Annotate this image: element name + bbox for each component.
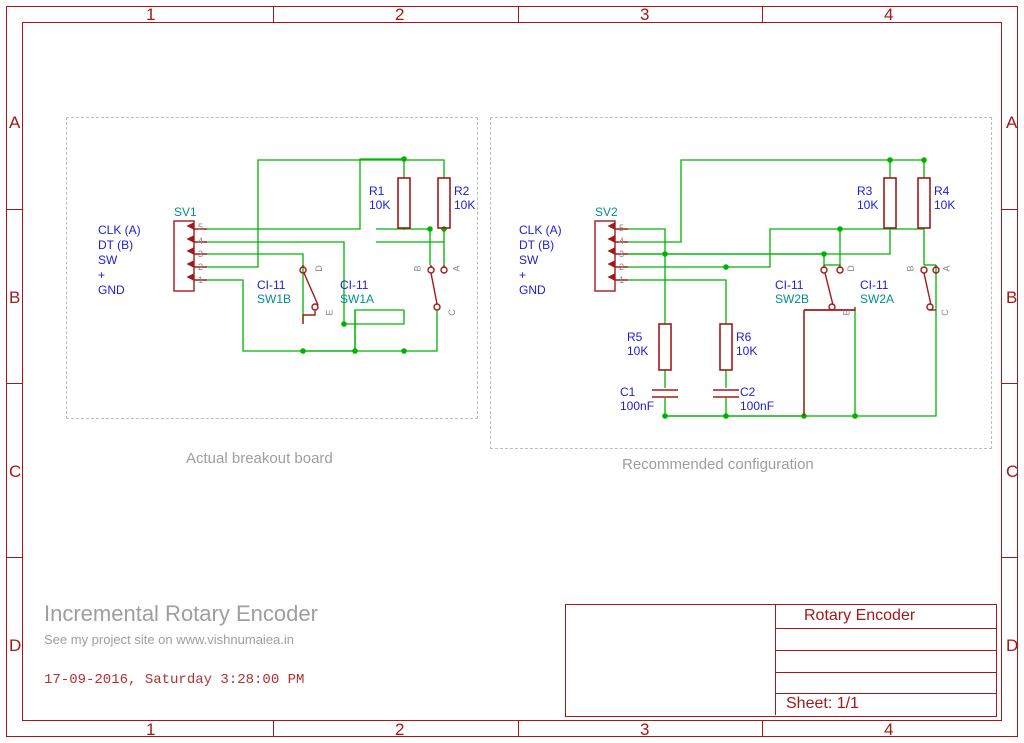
tb-row4 xyxy=(775,672,996,694)
r5-val: 10K xyxy=(627,344,648,359)
sv1-pin-1: 1 xyxy=(198,273,203,288)
sv1-pins: CLK (A) DT (B) SW + GND xyxy=(98,223,141,298)
board1-caption: Actual breakout board xyxy=(186,450,333,467)
c1-name: C1 xyxy=(620,385,635,400)
sv2-label: SV2 xyxy=(595,205,618,220)
sw1b-name: SW1B xyxy=(257,292,291,307)
block-sheet: Sheet: 1/1 xyxy=(786,695,859,713)
r3-name: R3 xyxy=(857,184,872,199)
sw2a-name: SW2A xyxy=(860,292,894,307)
c1-val: 100nF xyxy=(620,399,654,414)
col-1-top: 1 xyxy=(146,5,155,25)
sw1a-C: C xyxy=(445,309,460,316)
row-D-left: D xyxy=(9,636,21,656)
board2-caption: Recommended configuration xyxy=(622,456,814,473)
c2-val: 100nF xyxy=(740,399,774,414)
sv2-pin-1: 1 xyxy=(619,273,624,288)
sw1b-D: D xyxy=(312,265,327,272)
sw1b-type: CI-11 xyxy=(257,278,285,293)
sw2a-A: A xyxy=(940,265,955,271)
r6-name: R6 xyxy=(736,330,751,345)
col-2-bot: 2 xyxy=(395,720,404,740)
row-A-left: A xyxy=(9,113,20,133)
row-A-right: A xyxy=(1006,113,1017,133)
sw1a-name: SW1A xyxy=(340,292,374,307)
r5-name: R5 xyxy=(627,330,642,345)
col-1-bot: 1 xyxy=(146,720,155,740)
block-name: Rotary Encoder xyxy=(804,607,915,625)
r2-val: 10K xyxy=(454,198,475,213)
sv2-pins: CLK (A) DT (B) SW + GND xyxy=(519,223,562,298)
tb-row2 xyxy=(775,628,996,651)
col-4-bot: 4 xyxy=(884,720,893,740)
sw1b-E: E xyxy=(323,309,338,315)
r6-val: 10K xyxy=(736,344,757,359)
sw2b-type: CI-11 xyxy=(775,278,803,293)
tb-row3 xyxy=(775,650,996,673)
datestamp: 17-09-2016, Saturday 3:28:00 PM xyxy=(44,672,304,688)
row-C-right: C xyxy=(1006,462,1018,482)
subtitle: See my project site on www.vishnumaiea.i… xyxy=(44,632,294,647)
r4-name: R4 xyxy=(934,184,949,199)
r1-val: 10K xyxy=(369,198,390,213)
sw2b-E: E xyxy=(840,309,855,315)
sw2a-B: B xyxy=(904,265,919,271)
col-2-top: 2 xyxy=(395,5,404,25)
r2-name: R2 xyxy=(454,184,469,199)
r4-val: 10K xyxy=(934,198,955,213)
sw2a-C: C xyxy=(938,309,953,316)
row-B-right: B xyxy=(1006,288,1017,308)
col-4-top: 4 xyxy=(884,5,893,25)
row-D-right: D xyxy=(1006,636,1018,656)
sw2b-name: SW2B xyxy=(775,292,809,307)
row-C-left: C xyxy=(9,462,21,482)
col-3-bot: 3 xyxy=(640,720,649,740)
col-3-top: 3 xyxy=(640,5,649,25)
sw1a-type: CI-11 xyxy=(340,278,368,293)
sw2a-type: CI-11 xyxy=(860,278,888,293)
sw1a-B: B xyxy=(411,265,426,271)
r3-val: 10K xyxy=(857,198,878,213)
page-title: Incremental Rotary Encoder xyxy=(44,601,318,627)
sw2b-D: D xyxy=(844,265,859,272)
sw1a-A: A xyxy=(450,265,465,271)
r1-name: R1 xyxy=(369,184,384,199)
sv1-pin-5: 5 xyxy=(198,221,203,234)
c2-name: C2 xyxy=(740,385,755,400)
sv1-label: SV1 xyxy=(174,205,197,220)
row-B-left: B xyxy=(9,288,20,308)
